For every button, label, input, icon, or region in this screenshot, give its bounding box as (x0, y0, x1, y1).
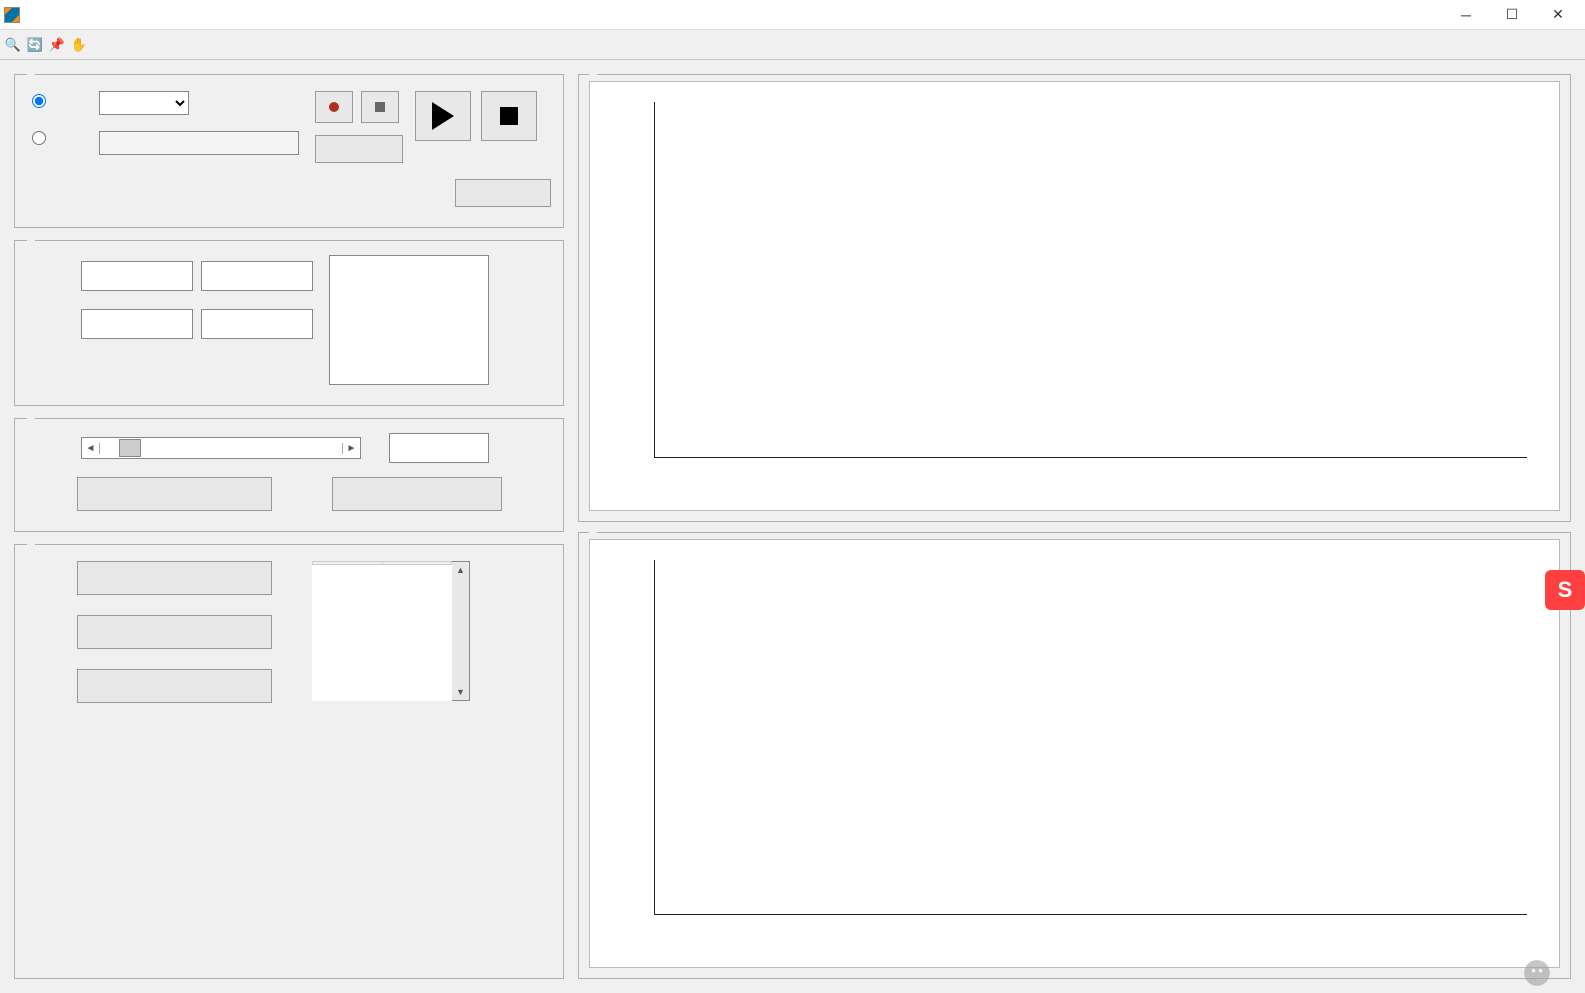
identity-table[interactable] (312, 561, 452, 701)
reset-button[interactable] (332, 477, 502, 511)
scroll-up-icon[interactable]: ▲ (452, 562, 469, 578)
stop-icon (500, 107, 518, 125)
col-index (313, 562, 383, 565)
analysis-panel (14, 240, 564, 406)
file-path-input[interactable] (99, 131, 299, 155)
delete-button[interactable] (77, 669, 272, 703)
choose-file-button[interactable] (315, 135, 403, 163)
record-icon (329, 102, 339, 112)
play-button[interactable] (415, 91, 471, 141)
slider-right-arrow-icon[interactable]: ► (342, 443, 360, 454)
enroll-button[interactable] (77, 561, 272, 595)
spectral-subtract-button[interactable] (77, 477, 272, 511)
volume-slider[interactable]: ◄ ► (81, 437, 361, 459)
table-scrollbar[interactable]: ▲▼ (452, 561, 470, 701)
processed-waveform-axes[interactable] (589, 539, 1560, 969)
record-button[interactable] (315, 91, 353, 123)
var-initial-value (81, 309, 193, 339)
record-stop-button[interactable] (361, 91, 399, 123)
zoom-in-icon[interactable]: 🔍 (4, 36, 22, 54)
gain-display (389, 433, 489, 463)
initial-waveform-axes[interactable] (589, 81, 1560, 511)
voiceprint-panel: ▲▼ (14, 544, 564, 979)
mean-denoise-value (201, 261, 313, 291)
maximize-button[interactable]: ☐ (1489, 0, 1535, 30)
play-icon (432, 102, 454, 130)
bottom-plot-panel (578, 532, 1571, 980)
export-audio-button[interactable] (455, 179, 551, 207)
slider-thumb[interactable] (119, 439, 141, 457)
denoise-panel: ◄ ► (14, 418, 564, 532)
scroll-down-icon[interactable]: ▼ (452, 684, 469, 700)
identify-button[interactable] (77, 615, 272, 649)
col-identity (382, 562, 452, 565)
data-cursor-icon[interactable]: 📌 (48, 36, 66, 54)
minimize-button[interactable]: ─ (1443, 0, 1489, 30)
plot-type-listbox[interactable] (329, 255, 489, 385)
mean-initial-value (81, 261, 193, 291)
window-controls: ─ ☐ ✕ (1443, 0, 1581, 30)
record-radio[interactable] (27, 91, 91, 108)
file-radio[interactable] (27, 128, 91, 145)
stop-button[interactable] (481, 91, 537, 141)
pan-icon[interactable]: ✋ (70, 36, 88, 54)
matlab-logo-icon (4, 7, 20, 23)
close-button[interactable]: ✕ (1535, 0, 1581, 30)
top-plot-panel (578, 74, 1571, 522)
sogou-ime-icon[interactable]: S (1545, 570, 1585, 610)
var-denoise-value (201, 309, 313, 339)
sample-rate-select[interactable] (99, 91, 189, 115)
toolbar: 🔍 🔄 📌 ✋ (0, 30, 1585, 60)
audio-input-panel (14, 74, 564, 228)
title-bar: ─ ☐ ✕ (0, 0, 1585, 30)
rotate-icon[interactable]: 🔄 (26, 36, 44, 54)
slider-left-arrow-icon[interactable]: ◄ (82, 443, 100, 454)
stop-square-icon (375, 102, 385, 112)
